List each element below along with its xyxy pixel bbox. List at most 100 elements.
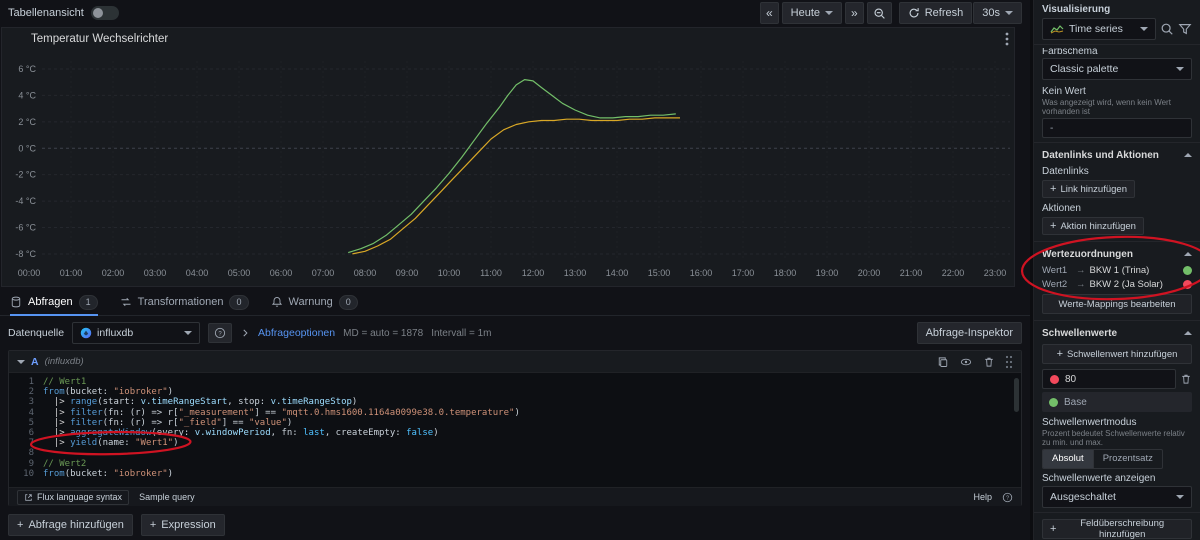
delete-threshold-trash-icon[interactable]	[1180, 373, 1192, 385]
mapping-color-dot	[1183, 280, 1192, 289]
line-number: 6	[9, 428, 34, 438]
editor-scrollbar[interactable]	[1014, 378, 1019, 412]
query-inspector-button[interactable]: Abfrage-Inspektor	[917, 322, 1022, 344]
flux-code-editor[interactable]: 12345678910 // Wert1from(bucket: "iobrok…	[9, 373, 1021, 487]
threshold-color-dot[interactable]	[1050, 375, 1059, 384]
series-line-wert2	[352, 118, 680, 254]
add-threshold-label: Schwellenwert hinzufügen	[1067, 349, 1177, 360]
tab-alert[interactable]: Warnung 0	[271, 289, 358, 315]
tab-count-badge: 1	[79, 295, 98, 310]
help-link[interactable]: Help	[973, 492, 992, 502]
section-header-label: Schwellenwerte	[1042, 328, 1117, 339]
tab-count-badge: 0	[229, 295, 248, 310]
tab-transformations[interactable]: Transformationen 0	[120, 289, 249, 315]
edit-value-mappings-button[interactable]: Werte-Mappings bearbeiten	[1042, 294, 1192, 314]
code-line: |> range(start: v.timeRangeStart, stop: …	[43, 397, 1021, 407]
code-line: // Wert2	[43, 459, 1021, 469]
query-options-link[interactable]: Abfrageoptionen	[258, 327, 335, 339]
add-link-button[interactable]: + Link hinzufügen	[1042, 180, 1135, 198]
section-header-label: Datenlinks und Aktionen	[1042, 150, 1159, 161]
zoom-out-button[interactable]	[867, 2, 892, 24]
datasource-help-button[interactable]: ?	[208, 323, 232, 343]
database-icon	[10, 296, 22, 308]
actions-label: Aktionen	[1042, 203, 1192, 214]
visualization-picker[interactable]: Time series	[1042, 18, 1156, 40]
flux-syntax-button[interactable]: Flux language syntax	[17, 490, 129, 505]
tab-queries[interactable]: Abfragen 1	[10, 289, 98, 315]
value-mapping-row: Wert1 → BKW 1 (Trina)	[1042, 263, 1192, 277]
section-thresholds-header[interactable]: Schwellenwerte	[1042, 324, 1192, 342]
x-tick-label: 17:00	[732, 268, 755, 278]
table-view-toggle[interactable]	[91, 6, 119, 20]
x-tick-label: 16:00	[690, 268, 713, 278]
refresh-icon	[908, 7, 920, 19]
code-line: |> aggregateWindow(every: v.windowPeriod…	[43, 428, 1021, 438]
no-value-input[interactable]: -	[1042, 118, 1192, 138]
help-circle-icon[interactable]: ?	[1002, 492, 1013, 503]
no-value-label: Kein Wert	[1042, 86, 1192, 97]
x-tick-label: 05:00	[228, 268, 251, 278]
mapping-to: BKW 2 (Ja Solar)	[1090, 279, 1180, 290]
mode-absolute-option[interactable]: Absolut	[1043, 450, 1093, 468]
show-thresholds-select[interactable]: Ausgeschaltet	[1042, 486, 1192, 508]
duplicate-query-icon[interactable]	[937, 356, 949, 368]
datasource-picker[interactable]: influxdb	[72, 322, 200, 344]
show-thresholds-label: Schwellenwerte anzeigen	[1042, 473, 1192, 484]
drag-handle-icon[interactable]	[1005, 355, 1013, 369]
time-range-picker[interactable]: Heute	[782, 2, 842, 24]
time-shift-forward-button[interactable]: »	[845, 2, 864, 24]
chevron-double-right-icon: »	[851, 7, 858, 19]
refresh-button[interactable]: Refresh	[899, 2, 973, 24]
threshold-value-input[interactable]: 80	[1042, 369, 1176, 389]
code-line-numbers: 12345678910	[9, 377, 43, 487]
y-tick-label: 2 °C	[18, 117, 36, 127]
search-icon[interactable]	[1160, 22, 1174, 36]
delete-query-trash-icon[interactable]	[983, 356, 995, 368]
chevron-down-icon	[825, 11, 833, 15]
time-series-chart[interactable]: 6 °C4 °C2 °C0 °C-2 °C-4 °C-6 °C-8 °C00:0…	[2, 49, 1014, 286]
base-color-dot[interactable]	[1049, 398, 1058, 407]
chevron-up-icon	[1184, 153, 1192, 157]
add-expression-button[interactable]: + Expression	[141, 514, 225, 536]
refresh-label: Refresh	[925, 7, 964, 19]
chevron-right-icon	[240, 328, 250, 338]
x-tick-label: 01:00	[60, 268, 83, 278]
add-action-button[interactable]: + Aktion hinzufügen	[1042, 217, 1144, 235]
x-tick-label: 14:00	[606, 268, 629, 278]
visualization-value: Time series	[1069, 23, 1123, 35]
add-field-override-button[interactable]: + Feldüberschreibung hinzufügen	[1042, 519, 1192, 539]
expression-label: Expression	[161, 519, 215, 531]
sample-query-button[interactable]: Sample query	[139, 492, 195, 502]
add-query-label: Abfrage hinzufügen	[28, 519, 123, 531]
threshold-mode-description: Prozent bedeutet Schwellenwerte relativ …	[1042, 430, 1192, 447]
x-tick-label: 15:00	[648, 268, 671, 278]
color-scheme-select[interactable]: Classic palette	[1042, 58, 1192, 80]
visualization-label: Visualisierung	[1042, 4, 1192, 18]
line-number: 1	[9, 377, 34, 387]
y-tick-label: -2 °C	[15, 170, 36, 180]
refresh-interval-dropdown[interactable]: 30s	[973, 2, 1022, 24]
section-data-links-header[interactable]: Datenlinks und Aktionen	[1042, 146, 1192, 164]
time-shift-back-button[interactable]: «	[760, 2, 779, 24]
query-header[interactable]: A (influxdb)	[9, 351, 1021, 373]
plus-icon: +	[1057, 349, 1063, 360]
hide-query-eye-icon[interactable]	[959, 356, 973, 368]
y-tick-label: -6 °C	[15, 223, 36, 233]
mapping-to: BKW 1 (Trina)	[1090, 265, 1180, 276]
color-scheme-value: Classic palette	[1050, 63, 1118, 75]
code-line	[43, 448, 1021, 458]
external-link-icon	[24, 493, 33, 502]
plus-icon: +	[1050, 524, 1056, 535]
add-threshold-button[interactable]: + Schwellenwert hinzufügen	[1042, 344, 1192, 364]
code-line: |> filter(fn: (r) => r["_measurement"] =…	[43, 408, 1021, 418]
add-query-button[interactable]: + Abfrage hinzufügen	[8, 514, 133, 536]
panel-menu-button[interactable]	[1005, 32, 1009, 49]
x-tick-label: 12:00	[522, 268, 545, 278]
datasource-name: influxdb	[97, 327, 133, 339]
filter-icon[interactable]	[1178, 22, 1192, 36]
mode-percent-option[interactable]: Prozentsatz	[1093, 450, 1162, 468]
section-header-label: Wertezuordnungen	[1042, 249, 1133, 260]
flux-syntax-label: Flux language syntax	[37, 492, 122, 502]
section-value-mappings-header[interactable]: Wertezuordnungen	[1042, 245, 1192, 263]
query-datasource-type: (influxdb)	[45, 356, 84, 367]
